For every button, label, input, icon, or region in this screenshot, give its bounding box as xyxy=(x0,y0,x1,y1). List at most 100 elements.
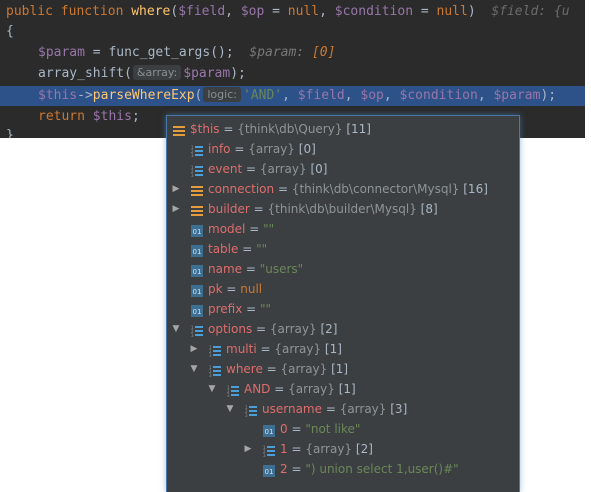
field-icon: 01 xyxy=(263,463,275,477)
tree-node-model[interactable]: 01 model = "" xyxy=(167,219,519,239)
svg-text:3: 3 xyxy=(209,373,212,377)
var-type: {array} xyxy=(280,362,328,376)
equals: = xyxy=(274,182,292,196)
var-name: connection xyxy=(208,182,275,196)
equals: = xyxy=(238,242,257,256)
expand-arrow-icon[interactable]: ▶ xyxy=(242,439,254,459)
tree-node-multi[interactable]: ▶ 123 multi = {array} [1] xyxy=(167,339,519,359)
code-text: = xyxy=(413,4,437,19)
expand-arrow-icon[interactable]: ▶ xyxy=(170,199,182,219)
array-icon: 123 xyxy=(245,403,257,418)
expand-arrow-icon[interactable]: ▶ xyxy=(170,179,182,199)
svg-text:3: 3 xyxy=(209,353,212,357)
code-line-2[interactable]: { xyxy=(0,22,585,42)
code-line-1[interactable]: public function where($field, $op = null… xyxy=(0,2,585,22)
tree-node-index-2[interactable]: 01 2 = ") union select 1,user()#" xyxy=(167,459,519,479)
var-count: [11] xyxy=(346,122,371,136)
svg-text:3: 3 xyxy=(263,453,266,457)
var-count: [16] xyxy=(463,182,488,196)
object-icon xyxy=(191,203,203,216)
svg-text:3: 3 xyxy=(191,333,194,337)
var-name: $this xyxy=(190,122,220,136)
var-name: info xyxy=(208,142,231,156)
array-icon: 123 xyxy=(209,343,221,358)
inline-debug-value: [0] xyxy=(311,45,336,60)
equals: = xyxy=(245,222,264,236)
var-type: {array} xyxy=(269,322,317,336)
var-name: prefix xyxy=(208,302,243,316)
var-type: {array} xyxy=(288,382,335,396)
code-text: = func_get_args(); xyxy=(84,45,250,60)
svg-text:3: 3 xyxy=(191,173,194,177)
tree-node-index-0[interactable]: 01 0 = "not like" xyxy=(167,419,519,439)
code-text: , xyxy=(225,4,241,19)
array-icon: 123 xyxy=(263,443,275,458)
var-name: 2 xyxy=(280,462,288,476)
object-icon xyxy=(191,183,203,196)
var-value: "" xyxy=(256,242,268,256)
keyword: return xyxy=(38,109,93,124)
code-text: , xyxy=(477,88,494,103)
equals: = xyxy=(222,282,241,296)
code-line-5-execution-point[interactable]: $this->parseWhereExp(logic: 'AND', $field… xyxy=(0,86,585,106)
var-name: name xyxy=(208,262,243,276)
tree-node-connection[interactable]: ▶ connection = {think\db\connector\Mysql… xyxy=(167,179,519,199)
code-text: ); xyxy=(540,88,557,103)
collapse-arrow-icon[interactable]: ▼ xyxy=(170,319,182,339)
svg-text:01: 01 xyxy=(193,228,202,236)
tree-node-options[interactable]: ▼ 123 options = {array} [2] xyxy=(167,319,519,339)
code-text: { xyxy=(6,24,14,39)
code-text: ( xyxy=(194,88,203,103)
var-count: [0] xyxy=(310,162,328,176)
collapse-arrow-icon[interactable]: ▼ xyxy=(206,379,218,399)
svg-text:01: 01 xyxy=(265,428,274,436)
equals: = xyxy=(322,402,340,416)
keyword: null xyxy=(436,4,468,19)
tree-node-event[interactable]: 123 event = {array} [0] xyxy=(167,159,519,179)
equals: = xyxy=(242,162,260,176)
tree-node-this[interactable]: $this = {think\db\Query} [11] xyxy=(167,119,519,139)
function-name: parseWhereExp xyxy=(92,88,195,103)
var-count: [2] xyxy=(355,442,373,456)
equals: = xyxy=(262,362,281,376)
debug-value-popup[interactable]: $this = {think\db\Query} [11] 123 info =… xyxy=(166,115,520,492)
svg-text:3: 3 xyxy=(227,393,230,397)
code-text: ; xyxy=(131,109,140,124)
inline-debug-hint: $param: xyxy=(249,45,312,60)
tree-node-where[interactable]: ▼ 123 where = {array} [1] xyxy=(167,359,519,379)
code-text: array_shift( xyxy=(38,66,132,81)
var-name: username xyxy=(262,402,322,416)
collapse-arrow-icon[interactable]: ▼ xyxy=(224,399,236,419)
var-name: builder xyxy=(208,202,250,216)
code-text: , xyxy=(282,88,298,103)
code-text: -> xyxy=(77,88,93,103)
variable: $this xyxy=(38,88,78,103)
tree-node-info[interactable]: 123 info = {array} [0] xyxy=(167,139,519,159)
var-count: [0] xyxy=(298,142,316,156)
tree-node-builder[interactable]: ▶ builder = {think\db\builder\Mysql} [8] xyxy=(167,199,519,219)
tree-node-username[interactable]: ▼ 123 username = {array} [3] xyxy=(167,399,519,419)
tree-node-and[interactable]: ▼ 123 AND = {array} [1] xyxy=(167,379,519,399)
code-line-4[interactable]: array_shift(&array: $param); xyxy=(0,64,585,84)
tree-node-prefix[interactable]: 01 prefix = "" xyxy=(167,299,519,319)
field-icon: 01 xyxy=(191,283,203,297)
code-text: = xyxy=(264,4,288,19)
tree-node-pk[interactable]: 01 pk = null xyxy=(167,279,519,299)
equals: = xyxy=(242,262,260,276)
code-line-3[interactable]: $param = func_get_args(); $param: [0] xyxy=(0,43,585,63)
var-count: [1] xyxy=(324,342,342,356)
tree-node-index-1[interactable]: ▶ 123 1 = {array} [2] xyxy=(167,439,519,459)
tree-node-name[interactable]: 01 name = "users" xyxy=(167,259,519,279)
var-value: null xyxy=(240,282,263,296)
code-text: ) xyxy=(467,4,492,19)
tree-node-table[interactable]: 01 table = "" xyxy=(167,239,519,259)
collapse-arrow-icon[interactable]: ▼ xyxy=(188,359,200,379)
svg-text:3: 3 xyxy=(245,413,248,417)
var-name: options xyxy=(208,322,253,336)
field-icon: 01 xyxy=(191,303,203,317)
var-name: where xyxy=(226,362,263,376)
array-icon: 123 xyxy=(191,323,203,338)
inline-debug-hint: $field: {u xyxy=(491,4,570,19)
field-icon: 01 xyxy=(263,423,275,437)
expand-arrow-icon[interactable]: ▶ xyxy=(188,339,200,359)
